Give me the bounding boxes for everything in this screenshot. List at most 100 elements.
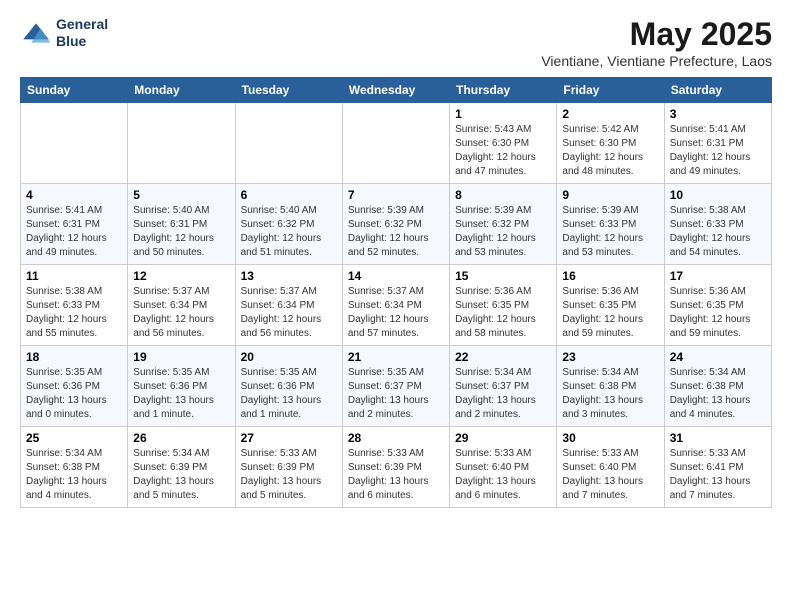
day-info: Sunrise: 5:39 AM Sunset: 6:33 PM Dayligh…: [562, 204, 658, 260]
day-cell: 30 Sunrise: 5:33 AM Sunset: 6:40 PM Dayli…: [557, 427, 664, 508]
page-header: General Blue May 2025 Vientiane, Vientia…: [20, 16, 772, 69]
day-cell: 19 Sunrise: 5:35 AM Sunset: 6:36 PM Dayli…: [128, 346, 235, 427]
day-number: 19: [133, 350, 229, 364]
day-number: 8: [455, 188, 551, 202]
day-number: 2: [562, 107, 658, 121]
day-info: Sunrise: 5:35 AM Sunset: 6:36 PM Dayligh…: [26, 366, 122, 422]
day-cell: 21Sunrise: 5:35 AM Sunset: 6:37 PM Dayli…: [342, 346, 449, 427]
day-cell: 1 Sunrise: 5:43 AM Sunset: 6:30 PM Daylig…: [450, 103, 557, 184]
day-info: Sunrise: 5:38 AM Sunset: 6:33 PM Dayligh…: [670, 204, 766, 260]
logo-text: General Blue: [56, 16, 108, 50]
day-number: 21: [348, 350, 444, 364]
day-number: 22: [455, 350, 551, 364]
day-cell: 25 Sunrise: 5:34 AM Sunset: 6:38 PM Dayli…: [21, 427, 128, 508]
day-info: Sunrise: 5:37 AM Sunset: 6:34 PM Dayligh…: [241, 285, 337, 341]
day-info: Sunrise: 5:41 AM Sunset: 6:31 PM Dayligh…: [670, 123, 766, 179]
day-info: Sunrise: 5:36 AM Sunset: 6:35 PM Dayligh…: [562, 285, 658, 341]
day-cell: [342, 103, 449, 184]
day-info: Sunrise: 5:40 AM Sunset: 6:32 PM Dayligh…: [241, 204, 337, 260]
day-cell: [235, 103, 342, 184]
day-info: Sunrise: 5:35 AM Sunset: 6:36 PM Dayligh…: [133, 366, 229, 422]
day-number: 6: [241, 188, 337, 202]
day-cell: 9 Sunrise: 5:39 AM Sunset: 6:33 PM Daylig…: [557, 184, 664, 265]
day-number: 17: [670, 269, 766, 283]
day-info: Sunrise: 5:33 AM Sunset: 6:39 PM Dayligh…: [241, 447, 337, 503]
day-number: 11: [26, 269, 122, 283]
day-info: Sunrise: 5:36 AM Sunset: 6:35 PM Dayligh…: [455, 285, 551, 341]
logo: General Blue: [20, 16, 108, 50]
day-number: 9: [562, 188, 658, 202]
day-info: Sunrise: 5:33 AM Sunset: 6:40 PM Dayligh…: [455, 447, 551, 503]
day-info: Sunrise: 5:37 AM Sunset: 6:34 PM Dayligh…: [348, 285, 444, 341]
day-cell: 18Sunrise: 5:35 AM Sunset: 6:36 PM Dayli…: [21, 346, 128, 427]
day-cell: 4 Sunrise: 5:41 AM Sunset: 6:31 PM Daylig…: [21, 184, 128, 265]
weekday-header-row: SundayMondayTuesdayWednesdayThursdayFrid…: [21, 78, 772, 103]
day-cell: 23Sunrise: 5:34 AM Sunset: 6:38 PM Dayli…: [557, 346, 664, 427]
day-cell: 14 Sunrise: 5:37 AM Sunset: 6:34 PM Dayli…: [342, 265, 449, 346]
day-cell: 16 Sunrise: 5:36 AM Sunset: 6:35 PM Dayli…: [557, 265, 664, 346]
day-info: Sunrise: 5:33 AM Sunset: 6:40 PM Dayligh…: [562, 447, 658, 503]
day-cell: 11 Sunrise: 5:38 AM Sunset: 6:33 PM Dayli…: [21, 265, 128, 346]
day-cell: [128, 103, 235, 184]
week-row-4: 18Sunrise: 5:35 AM Sunset: 6:36 PM Dayli…: [21, 346, 772, 427]
day-number: 4: [26, 188, 122, 202]
calendar-table: SundayMondayTuesdayWednesdayThursdayFrid…: [20, 77, 772, 508]
day-info: Sunrise: 5:38 AM Sunset: 6:33 PM Dayligh…: [26, 285, 122, 341]
day-info: Sunrise: 5:36 AM Sunset: 6:35 PM Dayligh…: [670, 285, 766, 341]
day-cell: 8 Sunrise: 5:39 AM Sunset: 6:32 PM Daylig…: [450, 184, 557, 265]
day-number: 25: [26, 431, 122, 445]
week-row-2: 4 Sunrise: 5:41 AM Sunset: 6:31 PM Daylig…: [21, 184, 772, 265]
day-cell: 13 Sunrise: 5:37 AM Sunset: 6:34 PM Dayli…: [235, 265, 342, 346]
day-info: Sunrise: 5:39 AM Sunset: 6:32 PM Dayligh…: [455, 204, 551, 260]
day-info: Sunrise: 5:43 AM Sunset: 6:30 PM Dayligh…: [455, 123, 551, 179]
day-info: Sunrise: 5:34 AM Sunset: 6:38 PM Dayligh…: [670, 366, 766, 422]
day-info: Sunrise: 5:41 AM Sunset: 6:31 PM Dayligh…: [26, 204, 122, 260]
day-number: 15: [455, 269, 551, 283]
title-block: May 2025 Vientiane, Vientiane Prefecture…: [541, 16, 772, 69]
location-title: Vientiane, Vientiane Prefecture, Laos: [541, 53, 772, 69]
day-number: 10: [670, 188, 766, 202]
day-number: 28: [348, 431, 444, 445]
weekday-header-thursday: Thursday: [450, 78, 557, 103]
day-number: 3: [670, 107, 766, 121]
day-number: 16: [562, 269, 658, 283]
weekday-header-friday: Friday: [557, 78, 664, 103]
day-number: 1: [455, 107, 551, 121]
day-info: Sunrise: 5:34 AM Sunset: 6:38 PM Dayligh…: [562, 366, 658, 422]
day-cell: 24 Sunrise: 5:34 AM Sunset: 6:38 PM Dayli…: [664, 346, 771, 427]
week-row-3: 11 Sunrise: 5:38 AM Sunset: 6:33 PM Dayli…: [21, 265, 772, 346]
weekday-header-sunday: Sunday: [21, 78, 128, 103]
day-info: Sunrise: 5:34 AM Sunset: 6:37 PM Dayligh…: [455, 366, 551, 422]
day-cell: 26 Sunrise: 5:34 AM Sunset: 6:39 PM Dayli…: [128, 427, 235, 508]
weekday-header-monday: Monday: [128, 78, 235, 103]
day-number: 7: [348, 188, 444, 202]
day-info: Sunrise: 5:34 AM Sunset: 6:38 PM Dayligh…: [26, 447, 122, 503]
day-number: 5: [133, 188, 229, 202]
day-number: 29: [455, 431, 551, 445]
day-cell: 28 Sunrise: 5:33 AM Sunset: 6:39 PM Dayli…: [342, 427, 449, 508]
day-number: 30: [562, 431, 658, 445]
weekday-header-tuesday: Tuesday: [235, 78, 342, 103]
day-cell: 10 Sunrise: 5:38 AM Sunset: 6:33 PM Dayli…: [664, 184, 771, 265]
day-cell: 31Sunrise: 5:33 AM Sunset: 6:41 PM Dayli…: [664, 427, 771, 508]
day-number: 12: [133, 269, 229, 283]
day-number: 24: [670, 350, 766, 364]
day-cell: 20Sunrise: 5:35 AM Sunset: 6:36 PM Dayli…: [235, 346, 342, 427]
day-number: 14: [348, 269, 444, 283]
day-info: Sunrise: 5:39 AM Sunset: 6:32 PM Dayligh…: [348, 204, 444, 260]
week-row-5: 25 Sunrise: 5:34 AM Sunset: 6:38 PM Dayli…: [21, 427, 772, 508]
day-info: Sunrise: 5:40 AM Sunset: 6:31 PM Dayligh…: [133, 204, 229, 260]
day-number: 27: [241, 431, 337, 445]
day-info: Sunrise: 5:33 AM Sunset: 6:39 PM Dayligh…: [348, 447, 444, 503]
day-number: 31: [670, 431, 766, 445]
day-info: Sunrise: 5:34 AM Sunset: 6:39 PM Dayligh…: [133, 447, 229, 503]
day-number: 13: [241, 269, 337, 283]
day-cell: 6 Sunrise: 5:40 AM Sunset: 6:32 PM Daylig…: [235, 184, 342, 265]
day-cell: 29 Sunrise: 5:33 AM Sunset: 6:40 PM Dayli…: [450, 427, 557, 508]
day-cell: 12Sunrise: 5:37 AM Sunset: 6:34 PM Dayli…: [128, 265, 235, 346]
day-number: 20: [241, 350, 337, 364]
day-cell: 22 Sunrise: 5:34 AM Sunset: 6:37 PM Dayli…: [450, 346, 557, 427]
day-info: Sunrise: 5:42 AM Sunset: 6:30 PM Dayligh…: [562, 123, 658, 179]
day-cell: 2 Sunrise: 5:42 AM Sunset: 6:30 PM Daylig…: [557, 103, 664, 184]
day-number: 26: [133, 431, 229, 445]
